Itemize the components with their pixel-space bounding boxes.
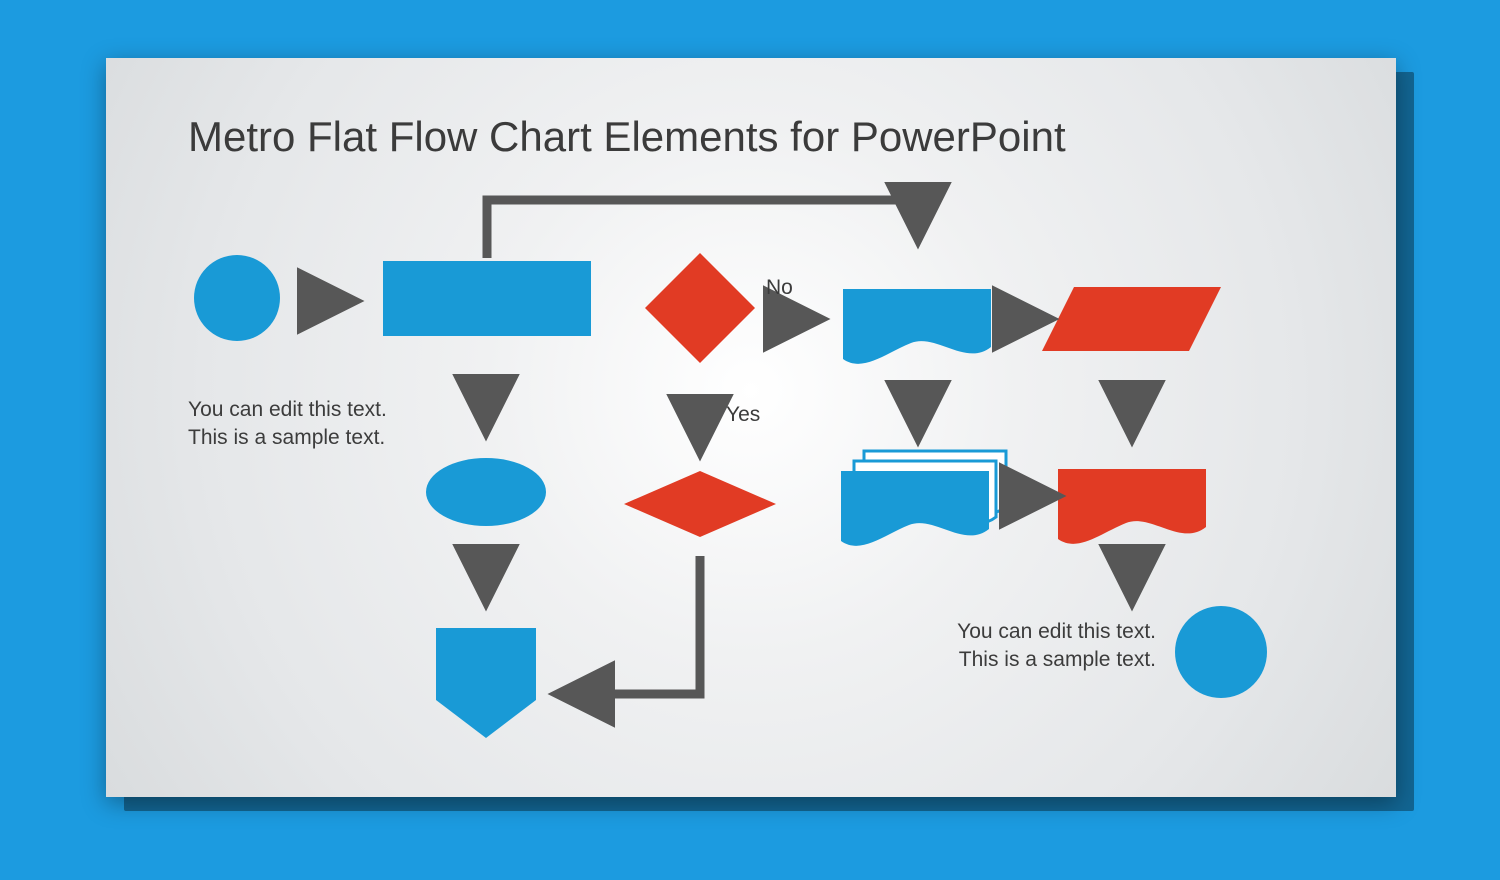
data-parallelogram [1042, 287, 1221, 351]
multi-docs [841, 451, 1006, 546]
process-rect [383, 261, 591, 336]
caption-bottom-right: You can edit this text. This is a sample… [956, 618, 1156, 675]
caption-top-left: You can edit this text. This is a sample… [188, 396, 388, 453]
display-red [1058, 469, 1206, 544]
offpage-pentagon [436, 628, 536, 738]
start-circle [194, 255, 280, 341]
arrow-flatdiamond-offpage [561, 556, 700, 694]
label-yes: Yes [726, 403, 760, 427]
ellipse-step [426, 458, 546, 526]
end-circle [1175, 606, 1267, 698]
label-no: No [766, 276, 793, 300]
decision-diamond [645, 253, 755, 363]
stage-background: Metro Flat Flow Chart Elements for Power… [0, 0, 1500, 880]
flag-wave [843, 289, 991, 364]
slide-canvas: Metro Flat Flow Chart Elements for Power… [106, 58, 1396, 797]
arrow-process-loop [487, 200, 918, 258]
flat-diamond [624, 471, 776, 537]
